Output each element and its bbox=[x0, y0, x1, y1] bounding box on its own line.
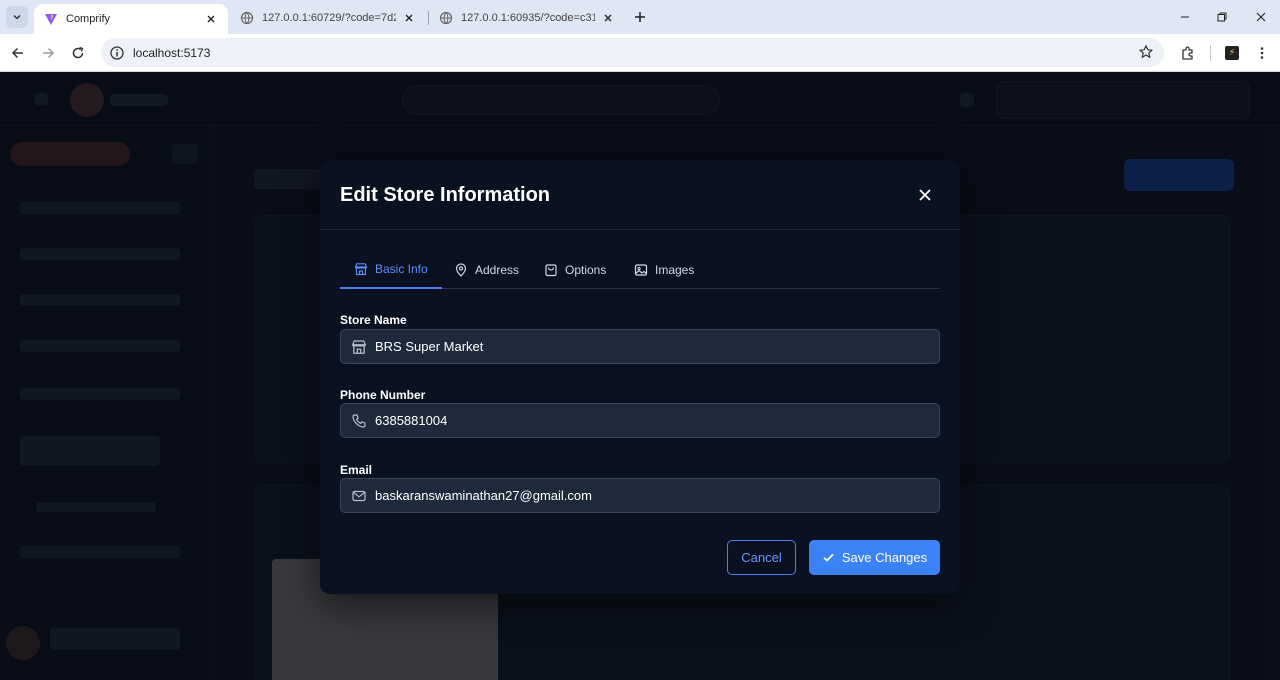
forward-button[interactable] bbox=[38, 43, 58, 63]
restore-button[interactable] bbox=[1213, 8, 1231, 26]
star-icon[interactable] bbox=[1138, 44, 1154, 60]
phone-icon bbox=[351, 413, 367, 429]
browser-tab-strip: Comprify 127.0.0.1:60729/?code=7d2514 12… bbox=[0, 0, 1280, 34]
tab-options[interactable]: Options bbox=[530, 250, 620, 289]
close-tab-icon[interactable] bbox=[204, 12, 218, 26]
info-icon[interactable] bbox=[109, 45, 125, 61]
phone-number-field[interactable] bbox=[340, 403, 940, 438]
check-icon bbox=[823, 553, 834, 562]
tab-label: Comprify bbox=[66, 13, 111, 25]
cancel-button[interactable]: Cancel bbox=[727, 540, 796, 575]
browser-tab-60729[interactable]: 127.0.0.1:60729/?code=7d2514 bbox=[230, 4, 426, 32]
tab-list-button[interactable] bbox=[6, 6, 28, 28]
store-name-input[interactable] bbox=[375, 339, 935, 354]
address-bar[interactable]: localhost:5173 bbox=[101, 38, 1164, 67]
puzzle-icon bbox=[1182, 46, 1193, 60]
browser-toolbar: localhost:5173 ⚡ bbox=[0, 34, 1280, 72]
browser-tab-60935[interactable]: 127.0.0.1:60935/?code=c31a3b bbox=[429, 4, 625, 32]
store-icon bbox=[351, 339, 367, 355]
globe-icon bbox=[439, 11, 453, 25]
close-icon bbox=[919, 189, 931, 201]
save-changes-label: Save Changes bbox=[841, 550, 928, 565]
chevron-down-icon bbox=[13, 14, 21, 20]
tab-label: Address bbox=[475, 262, 520, 277]
reload-icon bbox=[72, 46, 84, 59]
close-tab-icon[interactable] bbox=[601, 11, 615, 25]
tab-label: Images bbox=[655, 262, 695, 277]
plus-icon bbox=[635, 12, 645, 22]
extensions-button[interactable] bbox=[1178, 43, 1198, 63]
save-changes-button[interactable]: Save Changes bbox=[809, 540, 940, 575]
store-icon bbox=[354, 262, 368, 275]
minimize-button[interactable] bbox=[1176, 8, 1194, 26]
tab-basic-info[interactable]: Basic Info bbox=[340, 250, 442, 289]
tab-address[interactable]: Address bbox=[440, 250, 533, 289]
tab-label: 127.0.0.1:60935/?code=c31a3b bbox=[461, 12, 595, 24]
email-label: Email bbox=[340, 463, 373, 477]
phone-number-input[interactable] bbox=[375, 413, 935, 428]
map-pin-icon bbox=[455, 262, 467, 277]
email-field[interactable] bbox=[340, 478, 940, 513]
modal-close-button[interactable] bbox=[914, 184, 936, 206]
bolt-icon: ⚡ bbox=[1225, 46, 1239, 60]
back-button[interactable] bbox=[8, 43, 28, 63]
modal-tabs: Basic Info Address Options Images bbox=[340, 250, 940, 289]
phone-number-label: Phone Number bbox=[340, 388, 426, 402]
tab-label: 127.0.0.1:60729/?code=7d2514 bbox=[262, 12, 396, 24]
close-tab-icon[interactable] bbox=[402, 11, 416, 25]
arrow-left-icon bbox=[11, 47, 23, 59]
close-window-button[interactable] bbox=[1252, 8, 1270, 26]
close-icon bbox=[1256, 12, 1266, 22]
globe-icon bbox=[240, 11, 254, 25]
restore-icon bbox=[1217, 12, 1227, 22]
email-input[interactable] bbox=[375, 488, 935, 503]
toolbar-divider bbox=[1210, 45, 1211, 61]
vite-logo-icon bbox=[45, 14, 57, 25]
more-vertical-icon bbox=[1260, 47, 1264, 59]
tab-images[interactable]: Images bbox=[620, 250, 708, 289]
url-text[interactable]: localhost:5173 bbox=[133, 46, 210, 60]
store-name-field[interactable] bbox=[340, 329, 940, 364]
browser-tab-comprify[interactable]: Comprify bbox=[34, 4, 228, 34]
arrow-right-icon bbox=[43, 47, 55, 59]
reload-button[interactable] bbox=[68, 43, 88, 63]
image-icon bbox=[634, 263, 648, 276]
mail-icon bbox=[351, 488, 367, 504]
modal-title: Edit Store Information bbox=[340, 184, 550, 206]
tab-label: Basic Info bbox=[375, 261, 428, 276]
browser-menu-button[interactable] bbox=[1252, 43, 1272, 63]
modal-header-divider bbox=[320, 229, 960, 230]
edit-store-modal: Edit Store Information Basic Info Addres… bbox=[320, 160, 960, 594]
new-tab-button[interactable] bbox=[630, 7, 650, 27]
shopping-bag-icon bbox=[545, 263, 557, 276]
tab-label: Options bbox=[565, 262, 607, 277]
store-name-label: Store Name bbox=[340, 313, 407, 327]
minimize-icon bbox=[1181, 16, 1189, 18]
extension-button[interactable]: ⚡ bbox=[1222, 43, 1242, 63]
